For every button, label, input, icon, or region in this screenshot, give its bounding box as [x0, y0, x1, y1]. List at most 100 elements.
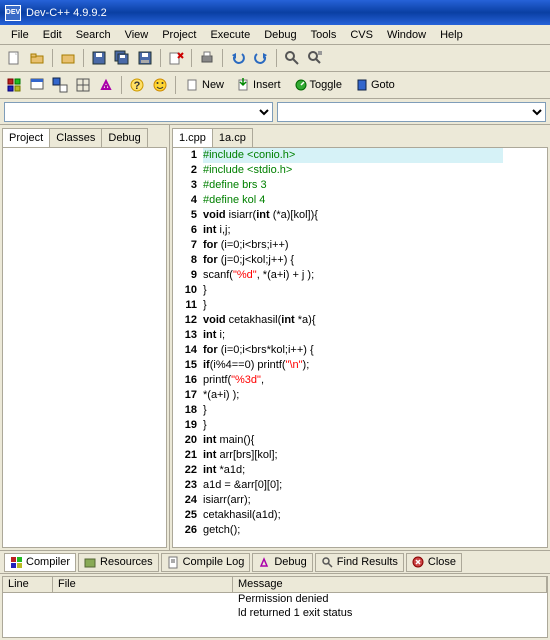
toolbar-2: ? New Insert Toggle Goto	[0, 72, 550, 99]
new-file-icon[interactable]	[4, 48, 24, 68]
menu-cvs[interactable]: CVS	[343, 27, 380, 43]
code-line[interactable]: 19}	[173, 418, 547, 433]
code-line[interactable]: 22int *a1d;	[173, 463, 547, 478]
code-line[interactable]: 25cetakhasil(a1d);	[173, 508, 547, 523]
code-line[interactable]: 1#include <conio.h>	[173, 148, 547, 163]
replace-icon[interactable]	[305, 48, 325, 68]
bottom-tab-find-results[interactable]: Find Results	[315, 553, 404, 572]
separator	[191, 49, 192, 67]
separator	[160, 49, 161, 67]
close-tab-icon[interactable]	[166, 48, 186, 68]
undo-icon[interactable]	[228, 48, 248, 68]
code-line[interactable]: 20int main(){	[173, 433, 547, 448]
code-line[interactable]: 11}	[173, 298, 547, 313]
menu-file[interactable]: File	[4, 27, 36, 43]
combo-bar	[0, 99, 550, 125]
message-row[interactable]: ld returned 1 exit status	[3, 607, 547, 621]
code-line[interactable]: 9scanf("%d", *(a+i) + j );	[173, 268, 547, 283]
bottom-tab-compiler[interactable]: Compiler	[4, 553, 76, 572]
main-area: ProjectClassesDebug 1.cpp1a.cp 1#include…	[0, 125, 550, 550]
separator	[121, 76, 122, 94]
open-project-icon[interactable]	[27, 48, 47, 68]
bottom-tab-close[interactable]: Close	[406, 553, 462, 572]
insert-button[interactable]: Insert	[232, 75, 286, 95]
bottom-tab-resources[interactable]: Resources	[78, 553, 159, 572]
col-line[interactable]: Line	[3, 577, 53, 592]
open-icon[interactable]	[58, 48, 78, 68]
save-multi-icon[interactable]	[135, 48, 155, 68]
code-line[interactable]: 3#define brs 3	[173, 178, 547, 193]
code-line[interactable]: 5void isiarr(int (*a)[kol]){	[173, 208, 547, 223]
file-tab[interactable]: 1.cpp	[172, 128, 213, 147]
col-file[interactable]: File	[53, 577, 233, 592]
menu-bar: FileEditSearchViewProjectExecuteDebugToo…	[0, 25, 550, 45]
compile-run-icon[interactable]	[50, 75, 70, 95]
toggle-button[interactable]: Toggle	[289, 75, 347, 95]
compile-icon[interactable]	[4, 75, 24, 95]
code-line[interactable]: 13int i;	[173, 328, 547, 343]
separator	[52, 49, 53, 67]
goto-button[interactable]: Goto	[350, 75, 400, 95]
separator	[175, 76, 176, 94]
code-line[interactable]: 10}	[173, 283, 547, 298]
code-line[interactable]: 16printf("%3d",	[173, 373, 547, 388]
menu-debug[interactable]: Debug	[257, 27, 303, 43]
code-line[interactable]: 18}	[173, 403, 547, 418]
menu-window[interactable]: Window	[380, 27, 433, 43]
debug-icon[interactable]	[96, 75, 116, 95]
code-line[interactable]: 15if(i%4==0) printf("\n");	[173, 358, 547, 373]
about-icon[interactable]	[150, 75, 170, 95]
func-combo[interactable]	[277, 102, 546, 122]
code-line[interactable]: 14for (i=0;i<brs*kol;i++) {	[173, 343, 547, 358]
left-tabs: ProjectClassesDebug	[0, 125, 169, 147]
message-header: Line File Message	[3, 577, 547, 593]
message-row[interactable]: Permission denied	[3, 593, 547, 607]
code-line[interactable]: 7for (i=0;i<brs;i++)	[173, 238, 547, 253]
file-tab[interactable]: 1a.cp	[212, 128, 253, 147]
print-icon[interactable]	[197, 48, 217, 68]
project-tree[interactable]	[2, 147, 167, 548]
code-line[interactable]: 12void cetakhasil(int *a){	[173, 313, 547, 328]
code-line[interactable]: 17*(a+i) );	[173, 388, 547, 403]
menu-search[interactable]: Search	[69, 27, 118, 43]
code-line[interactable]: 21int arr[brs][kol];	[173, 448, 547, 463]
code-line[interactable]: 6int i,j;	[173, 223, 547, 238]
redo-icon[interactable]	[251, 48, 271, 68]
bottom-tab-compile-log[interactable]: Compile Log	[161, 553, 251, 572]
code-line[interactable]: 24isiarr(arr);	[173, 493, 547, 508]
editor-area: 1.cpp1a.cp 1#include <conio.h>2#include …	[170, 125, 550, 550]
new-button[interactable]: New	[181, 75, 229, 95]
toolbar-1	[0, 45, 550, 72]
menu-tools[interactable]: Tools	[304, 27, 344, 43]
message-panel[interactable]: Line File Message Permission deniedld re…	[2, 576, 548, 638]
window-title: Dev-C++ 4.9.9.2	[26, 7, 107, 19]
find-icon[interactable]	[282, 48, 302, 68]
code-line[interactable]: 8for (j=0;j<kol;j++) {	[173, 253, 547, 268]
menu-view[interactable]: View	[118, 27, 156, 43]
tab-project[interactable]: Project	[2, 128, 50, 147]
code-line[interactable]: 2#include <stdio.h>	[173, 163, 547, 178]
help-icon[interactable]: ?	[127, 75, 147, 95]
menu-execute[interactable]: Execute	[203, 27, 257, 43]
rebuild-icon[interactable]	[73, 75, 93, 95]
bottom-tab-debug[interactable]: Debug	[252, 553, 312, 572]
svg-text:?: ?	[134, 80, 141, 92]
code-line[interactable]: 26getch();	[173, 523, 547, 538]
run-icon[interactable]	[27, 75, 47, 95]
code-editor[interactable]: 1#include <conio.h>2#include <stdio.h>3#…	[172, 147, 548, 548]
tab-debug[interactable]: Debug	[101, 128, 147, 147]
code-line[interactable]: 4#define kol 4	[173, 193, 547, 208]
menu-project[interactable]: Project	[155, 27, 203, 43]
menu-help[interactable]: Help	[433, 27, 470, 43]
save-icon[interactable]	[89, 48, 109, 68]
tab-classes[interactable]: Classes	[49, 128, 102, 147]
bottom-tabs: CompilerResourcesCompile LogDebugFind Re…	[0, 550, 550, 574]
app-icon: DEV	[5, 5, 21, 21]
menu-edit[interactable]: Edit	[36, 27, 69, 43]
code-line[interactable]: 23a1d = &arr[0][0];	[173, 478, 547, 493]
col-message[interactable]: Message	[233, 577, 547, 592]
save-all-icon[interactable]	[112, 48, 132, 68]
class-combo[interactable]	[4, 102, 273, 122]
separator	[222, 49, 223, 67]
separator	[276, 49, 277, 67]
